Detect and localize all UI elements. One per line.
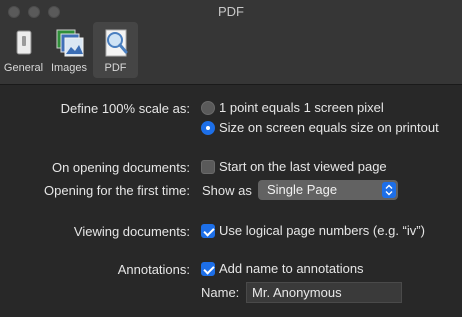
tab-general-label: General xyxy=(3,62,44,74)
preferences-toolbar: General Images PDF xyxy=(2,22,138,78)
scale-option-pixel[interactable]: 1 point equals 1 screen pixel xyxy=(201,100,384,115)
images-stack-icon xyxy=(56,29,84,57)
add-name-label: Add name to annotations xyxy=(219,261,364,276)
annotation-name-row: Name: Mr. Anonymous xyxy=(0,282,462,304)
viewing-documents-row: Viewing documents: Use logical page numb… xyxy=(0,221,462,243)
tab-images[interactable]: Images xyxy=(45,22,93,78)
scale-row-2: Size on screen equals size on printout xyxy=(0,118,462,140)
scale-row-1: Define 100% scale as: 1 point equals 1 s… xyxy=(0,98,462,120)
opening-documents-row: On opening documents: Start on the last … xyxy=(0,157,462,179)
viewing-documents-label: Viewing documents: xyxy=(73,224,190,239)
scale-label: Define 100% scale as: xyxy=(60,101,190,116)
first-time-row: Opening for the first time: Show as Sing… xyxy=(0,180,462,202)
show-as-label: Show as xyxy=(202,183,252,198)
logical-page-numbers-option[interactable]: Use logical page numbers (e.g. “iv”) xyxy=(201,223,425,238)
opening-documents-label: On opening documents: xyxy=(51,160,190,175)
last-viewed-page-checkbox[interactable] xyxy=(201,159,215,174)
pdf-preferences-window: PDF General Images PDF Define 100% scale… xyxy=(0,0,462,317)
annotations-label: Annotations: xyxy=(117,262,190,277)
window-title: PDF xyxy=(218,4,244,19)
first-time-label: Opening for the first time: xyxy=(44,183,190,198)
last-viewed-page-option[interactable]: Start on the last viewed page xyxy=(201,159,387,174)
tab-general[interactable]: General xyxy=(2,22,45,78)
general-switch-icon xyxy=(16,30,31,55)
scale-pixel-label: 1 point equals 1 screen pixel xyxy=(219,100,384,115)
scale-printout-radio[interactable] xyxy=(201,120,215,135)
scale-printout-label: Size on screen equals size on printout xyxy=(219,120,439,135)
logical-page-numbers-label: Use logical page numbers (e.g. “iv”) xyxy=(219,223,425,238)
add-name-option[interactable]: Add name to annotations xyxy=(201,261,364,276)
pdf-magnifier-icon xyxy=(105,29,127,57)
scale-pixel-radio[interactable] xyxy=(201,100,215,115)
annotation-name-field[interactable]: Mr. Anonymous xyxy=(246,282,402,303)
annotations-row: Annotations: Add name to annotations xyxy=(0,259,462,281)
title-bar: PDF General Images PDF xyxy=(0,0,462,85)
add-name-checkbox[interactable] xyxy=(201,261,215,276)
show-as-select[interactable]: Single Page xyxy=(258,180,398,200)
tab-pdf[interactable]: PDF xyxy=(93,22,138,78)
last-viewed-page-label: Start on the last viewed page xyxy=(219,159,387,174)
show-as-value: Single Page xyxy=(267,182,338,197)
scale-option-printout[interactable]: Size on screen equals size on printout xyxy=(201,120,439,135)
logical-page-numbers-checkbox[interactable] xyxy=(201,223,215,238)
chevron-updown-icon xyxy=(382,182,396,198)
tab-pdf-label: PDF xyxy=(104,62,127,74)
name-label: Name: xyxy=(201,285,240,300)
tab-images-label: Images xyxy=(50,62,88,74)
